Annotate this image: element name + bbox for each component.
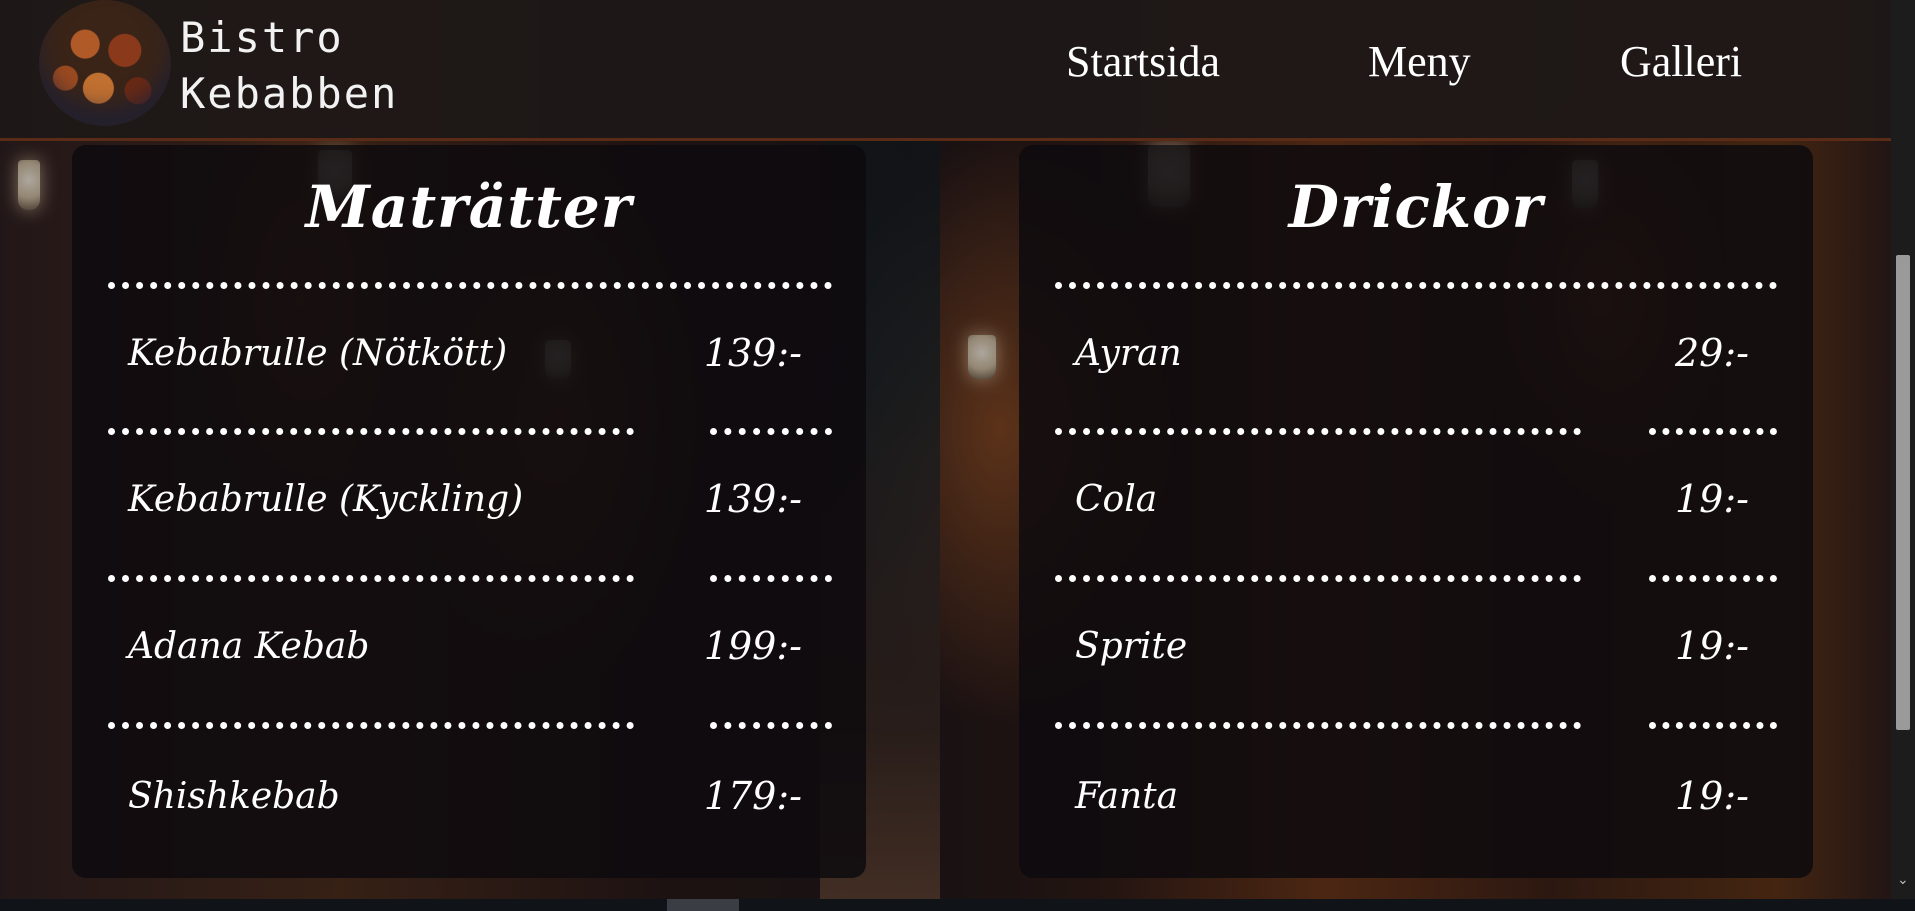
drink-item-name: Fanta xyxy=(1075,776,1179,817)
food-item-name: Kebabrulle (Kyckling) xyxy=(128,479,524,520)
food-item-price: 139:- xyxy=(703,331,802,375)
divider xyxy=(108,722,634,729)
logo-line-2: Kebabben xyxy=(180,69,399,118)
divider xyxy=(1649,575,1777,582)
divider xyxy=(710,722,832,729)
drinks-menu-title: Drickor xyxy=(1288,173,1544,241)
food-item-name: Adana Kebab xyxy=(128,626,370,667)
divider xyxy=(1649,428,1777,435)
drink-item-name: Sprite xyxy=(1075,626,1188,667)
nav-link-galleri[interactable]: Galleri xyxy=(1620,36,1742,87)
drink-item-name: Cola xyxy=(1075,479,1158,520)
divider xyxy=(710,428,832,435)
divider xyxy=(108,575,634,582)
drink-item-price: 19:- xyxy=(1675,774,1749,818)
divider xyxy=(1649,722,1777,729)
taskbar-active-app[interactable] xyxy=(667,899,739,911)
site-header: Bistro Kebabben Startsida Meny Galleri xyxy=(0,0,1891,141)
divider xyxy=(108,282,832,289)
logo-line-1: Bistro xyxy=(180,13,344,62)
food-item-name: Kebabrulle (Nötkött) xyxy=(128,333,508,374)
divider xyxy=(1055,575,1581,582)
food-menu-panel: Maträtter Kebabrulle (Nötkött) 139:- Keb… xyxy=(72,145,866,878)
food-item-price: 199:- xyxy=(703,624,802,668)
scrollbar-thumb[interactable] xyxy=(1896,255,1910,730)
drink-item-name: Ayran xyxy=(1075,333,1182,374)
food-menu-title: Maträtter xyxy=(305,173,633,241)
divider xyxy=(1055,282,1777,289)
logo-image[interactable] xyxy=(39,0,171,126)
food-item-price: 139:- xyxy=(703,477,802,521)
divider xyxy=(710,575,832,582)
food-item-name: Shishkebab xyxy=(128,776,340,817)
site-logo-text[interactable]: Bistro Kebabben xyxy=(180,10,398,122)
vertical-scrollbar[interactable]: ⌄ xyxy=(1891,0,1915,899)
divider xyxy=(1055,428,1581,435)
drink-item-price: 19:- xyxy=(1675,477,1749,521)
divider xyxy=(108,428,634,435)
os-taskbar xyxy=(0,899,1915,911)
food-item-price: 179:- xyxy=(703,774,802,818)
nav-link-meny[interactable]: Meny xyxy=(1368,36,1471,87)
drink-item-price: 19:- xyxy=(1675,624,1749,668)
drink-item-price: 29:- xyxy=(1675,331,1749,375)
nav-link-startsida[interactable]: Startsida xyxy=(1066,36,1220,87)
scroll-down-arrow-icon[interactable]: ⌄ xyxy=(1897,872,1909,888)
drinks-menu-panel: Drickor Ayran 29:- Cola 19:- Sprite 19:-… xyxy=(1019,145,1813,878)
divider xyxy=(1055,722,1581,729)
